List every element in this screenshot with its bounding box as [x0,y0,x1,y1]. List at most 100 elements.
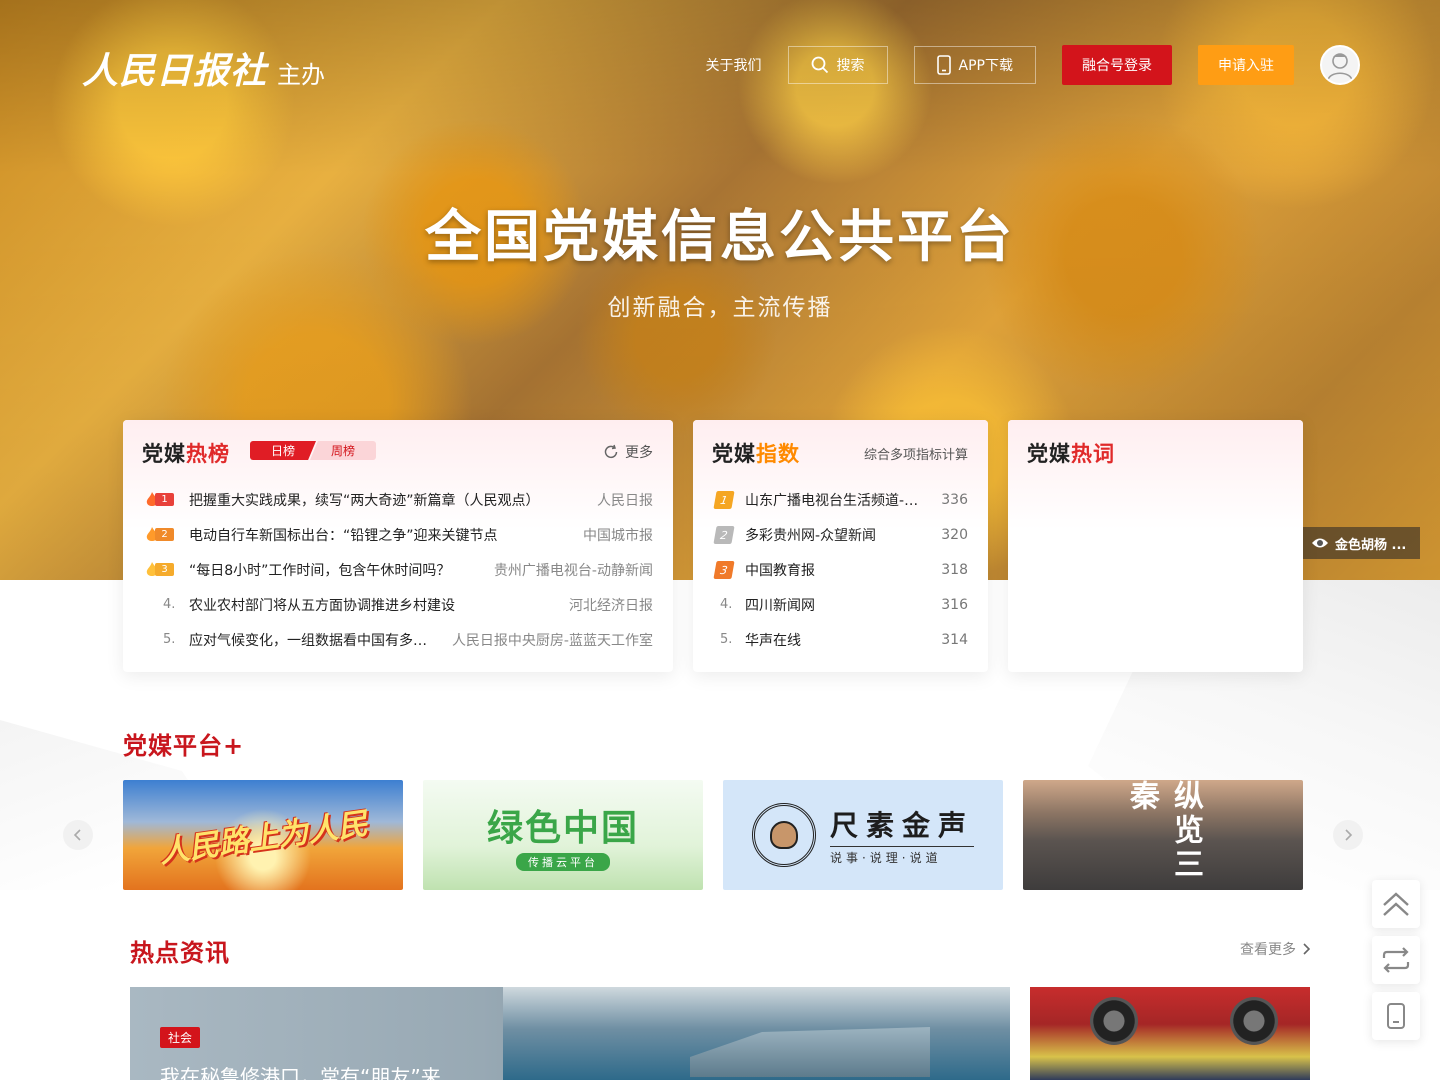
list-item[interactable]: 4. 农业农村部门将从五方面协调推进乡村建设 河北经济日报 [123,587,673,622]
banner-subtitle: 说事·说理·说道 [829,846,974,866]
phone-icon [1387,1003,1405,1029]
list-item[interactable]: 1 山东广播电视台生活频道-生... 336 [693,482,988,517]
tab-day[interactable]: 日榜 [250,441,316,460]
title-accent: 热榜 [186,442,230,466]
item-source: 河北经济日报 [569,597,653,614]
phone-icon [936,55,951,75]
item-source: 贵州广播电视台-动静新闻 [493,562,653,579]
news-featured[interactable]: 社会 我在秘鲁修港口，常有“朋友”来 [130,987,1010,1080]
list-item[interactable]: 1 把握重大实践成果，续写“两大奇迹”新篇章（人民观点） 人民日报 [123,482,673,517]
hero-caption-text: 金色胡杨 ... [1335,537,1407,553]
search-button[interactable]: 搜索 [787,46,888,84]
index-note: 综合多项指标计算 [863,448,968,463]
news-image-detail [1230,997,1278,1045]
list-item[interactable]: 5. 应对气候变化，一组数据看中国有多努力 人民日报中央厨房-蓝蓝天工作室 [123,622,673,657]
platform-banner[interactable]: 纵览三秦 [1023,780,1303,890]
item-title: 农业农村部门将从五方面协调推进乡村建设 [189,597,455,614]
rank-badge: 3 [145,561,181,579]
list-item[interactable]: 3 中国教育报 318 [693,552,988,587]
item-score: 316 [941,596,968,613]
logo-brand: 人民日报社 [82,50,268,92]
tab-week[interactable]: 周榜 [310,441,376,460]
news-image-detail [1090,997,1138,1045]
carousel-next-button[interactable] [1333,820,1363,850]
index-rank-title: 党媒指数 [712,438,800,468]
list-item[interactable]: 5. 华声在线 314 [693,622,988,657]
item-title: “每日8小时”工作时间，包含午休时间吗？ [189,562,451,579]
item-score: 314 [941,631,968,648]
rank-badge: 1 [713,490,745,509]
rank-badge: 1 [145,491,181,509]
app-download-button[interactable]: APP下载 [913,46,1036,84]
rank-number: 1 [155,493,174,506]
carousel-prev-button[interactable] [63,820,93,850]
swap-arrows-icon [1382,947,1410,973]
avatar[interactable] [1320,45,1360,85]
rank-badge: 2 [713,525,745,544]
item-name: 华声在线 [745,632,801,649]
platform-banner[interactable]: 尺素金声 说事·说理·说道 [723,780,1003,890]
banner-title: 人民路上为人民 [157,806,370,871]
back-to-top-button[interactable] [1372,880,1420,928]
item-title: 把握重大实践成果，续写“两大奇迹”新篇章（人民观点） [189,492,540,509]
chevron-left-icon [73,829,81,841]
rank-number: 2 [713,525,735,544]
item-title: 应对气候变化，一组数据看中国有多努力 [189,632,440,649]
index-rank-card: 党媒指数 综合多项指标计算 1 山东广播电视台生活频道-生... 336 2 多… [693,420,988,672]
rank-badge: 2 [145,526,181,544]
chevron-right-icon [1303,943,1310,955]
item-name: 山东广播电视台生活频道-生... [745,492,932,509]
rank-number: 3 [713,560,735,579]
item-name: 多彩贵州网-众望新闻 [745,527,877,544]
login-button[interactable]: 融合号登录 [1062,45,1172,85]
hot-rank-list: 1 把握重大实践成果，续写“两大奇迹”新篇章（人民观点） 人民日报 2 电动自行… [123,482,673,657]
more-label: 更多 [625,445,653,461]
rank-number: 2 [155,528,174,541]
mobile-app-button[interactable] [1372,992,1420,1040]
switch-button[interactable] [1372,936,1420,984]
title-prefix: 党媒 [1027,442,1071,466]
list-item[interactable]: 2 多彩贵州网-众望新闻 320 [693,517,988,552]
rank-number: 4. [163,597,176,612]
see-more-label: 查看更多 [1240,942,1296,958]
about-link[interactable]: 关于我们 [706,55,762,75]
rank-number: 4. [720,597,733,612]
rank-badge: 3 [713,560,745,579]
news-title: 热点资讯 [130,939,230,967]
item-name: 中国教育报 [745,562,815,579]
hot-words-title: 党媒热词 [1027,438,1115,468]
index-rank-list: 1 山东广播电视台生活频道-生... 336 2 多彩贵州网-众望新闻 320 … [693,482,988,657]
title-prefix: 党媒 [142,442,186,466]
rank-number: 5. [720,632,733,647]
apply-button[interactable]: 申请入驻 [1198,45,1294,85]
platform-title: 党媒平台+ [123,732,245,760]
site-logo[interactable]: 人民日报社 主办 [82,42,325,94]
top-nav: 关于我们 搜索 APP下载 融合号登录 申请入驻 [706,45,1360,85]
item-source: 人民日报中央厨房-蓝蓝天工作室 [451,632,653,649]
platform-banner[interactable]: 人民路上为人民 [123,780,403,890]
list-item[interactable]: 4. 四川新闻网 316 [693,587,988,622]
banner-title: 纵览三秦 [1124,780,1203,882]
hero-caption[interactable]: 金色胡杨 ... [1303,527,1420,559]
news-side-card[interactable] [1030,987,1310,1080]
platform-banner[interactable]: 绿色中国 传播云平台 [423,780,703,890]
item-score: 336 [941,491,968,508]
news-headline: 我在秘鲁修港口，常有“朋友”来 [160,1065,441,1080]
rank-tabs: 日榜 周榜 [250,441,376,460]
hero-title: 全国党媒信息公共平台 [425,205,1015,270]
list-item[interactable]: 2 电动自行车新国标出台：“铅锂之争”迎来关键节点 中国城市报 [123,517,673,552]
news-tag[interactable]: 社会 [160,1027,201,1048]
app-download-label: APP下载 [958,58,1013,74]
user-icon [1327,53,1353,81]
title-accent: 热词 [1071,442,1115,466]
list-item[interactable]: 3 “每日8小时”工作时间，包含午休时间吗？ 贵州广播电视台-动静新闻 [123,552,673,587]
hot-rank-title: 党媒热榜 [142,438,230,468]
search-icon [811,56,828,74]
hot-rank-card: 党媒热榜 日榜 周榜 更多 1 把握重大实践成果，续写“两大奇迹”新篇章（人民观… [123,420,673,672]
refresh-icon [604,444,618,459]
banner-title: 绿色中国 [486,808,639,849]
rank-number: 3 [155,563,174,576]
more-button[interactable]: 更多 [603,442,653,462]
banner-emblem [751,803,816,867]
see-more-link[interactable]: 查看更多 [1240,939,1310,959]
